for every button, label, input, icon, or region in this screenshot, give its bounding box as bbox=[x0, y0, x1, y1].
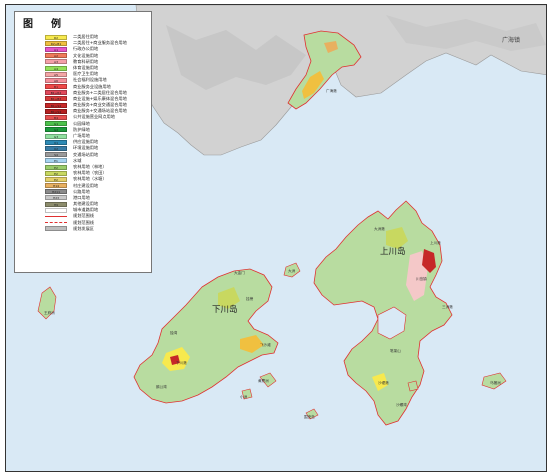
legend-swatch: A6 bbox=[45, 77, 67, 83]
map-frame: 下川岛 上川岛 广海镇 大洲港 上川港 川岛镇 三洲港 沙堤港 王府洲 下川港 … bbox=[5, 4, 547, 472]
place-label: 挂榜 bbox=[246, 297, 254, 301]
legend-swatch: B1+B3 bbox=[45, 96, 67, 102]
place-label: 笔架山 bbox=[390, 349, 401, 353]
place-label: 围夹岛 bbox=[304, 415, 315, 419]
legend-swatch: G2 bbox=[45, 127, 67, 133]
legend-swatch: H211 bbox=[45, 189, 67, 195]
legend-swatch: A1 bbox=[45, 46, 67, 52]
legend-swatch bbox=[45, 214, 67, 219]
legend-item: 规划发展区 bbox=[15, 226, 153, 232]
place-label: 三洲港 bbox=[442, 305, 453, 309]
legend-swatch: E2 bbox=[45, 164, 67, 170]
legend-swatch: B1+S4 bbox=[45, 108, 67, 114]
label-shangchuan: 上川岛 bbox=[380, 247, 406, 257]
legend-swatch: R2+B1 bbox=[45, 40, 67, 46]
label-guanghai: 广海镇 bbox=[502, 37, 521, 44]
islet-5 bbox=[407, 380, 419, 392]
legend-swatch: U2 bbox=[45, 145, 67, 151]
legend-swatch: G3 bbox=[45, 133, 67, 139]
place-label: 上川港 bbox=[430, 241, 441, 245]
legend-swatch: H9 bbox=[45, 201, 67, 207]
place-label: 沙堤港 bbox=[378, 381, 389, 385]
legend-swatch: S4 bbox=[45, 152, 67, 158]
legend-swatch: E2 bbox=[45, 176, 67, 182]
place-label: 小洲 bbox=[240, 395, 248, 399]
legend-swatch: B1 bbox=[45, 84, 67, 90]
legend-swatch: E2 bbox=[45, 170, 67, 176]
legend-panel: 图例 R2 二类居住用地 R2+B1 二类居住+商业服务混合用地 A1 行政办公用地 A2 文… bbox=[14, 11, 152, 273]
legend-swatch bbox=[45, 226, 67, 232]
place-label: 大洲港 bbox=[374, 227, 385, 231]
place-label: 沙螺湾 bbox=[396, 403, 407, 407]
place-label: 大洲 bbox=[288, 269, 296, 273]
label-xiachuan: 下川岛 bbox=[212, 305, 238, 315]
legend-swatch: A5 bbox=[45, 71, 67, 77]
place-label: 独湾 bbox=[170, 331, 178, 335]
place-label: 王府洲 bbox=[44, 311, 55, 315]
legend-swatch: A2 bbox=[45, 53, 67, 59]
legend-swatch: B1+R2 bbox=[45, 90, 67, 96]
legend-title: 图例 bbox=[23, 19, 79, 30]
legend-swatch: G1 bbox=[45, 121, 67, 127]
legend-swatch: B1+S4 bbox=[45, 102, 67, 108]
legend-swatch: B4 bbox=[45, 115, 67, 121]
legend-swatch: H23 bbox=[45, 195, 67, 201]
legend-swatch: U1 bbox=[45, 139, 67, 145]
legend-list: R2 二类居住用地 R2+B1 二类居住+商业服务混合用地 A1 行政办公用地 A2 文化设施… bbox=[15, 34, 153, 232]
place-label: 乌猪洲 bbox=[490, 381, 501, 385]
place-label: 鹅公湾 bbox=[156, 385, 167, 389]
legend-swatch: R2 bbox=[45, 34, 67, 40]
place-label: 飞沙滩 bbox=[260, 343, 271, 347]
place-label: 广海港 bbox=[326, 89, 337, 93]
place-label: 川岛镇 bbox=[416, 277, 427, 281]
legend-label: 规划发展区 bbox=[73, 225, 94, 231]
place-label: 下川港 bbox=[176, 361, 187, 365]
place-label: 黄麖洲 bbox=[258, 379, 269, 383]
legend-swatch: H14 bbox=[45, 183, 67, 189]
legend-swatch bbox=[45, 207, 67, 213]
legend-swatch: E1 bbox=[45, 158, 67, 164]
place-label: 大金门 bbox=[234, 271, 245, 275]
legend-swatch: A4 bbox=[45, 65, 67, 71]
legend-swatch: A3 bbox=[45, 59, 67, 65]
legend-swatch bbox=[45, 220, 67, 225]
